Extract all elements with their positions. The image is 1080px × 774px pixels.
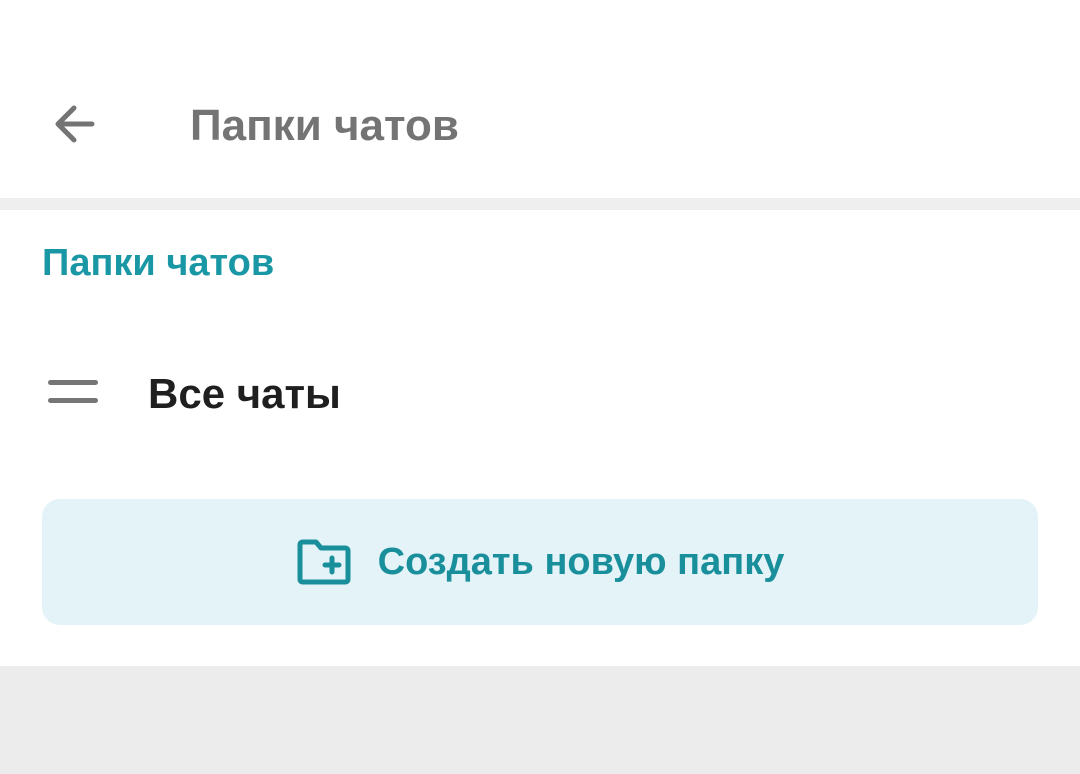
create-folder-label: Создать новую папку — [377, 541, 785, 583]
section-divider — [0, 198, 1080, 210]
chat-folders-section: Папки чатов Все чаты Создать новую папку — [0, 210, 1080, 666]
section-header: Папки чатов — [42, 242, 275, 284]
folder-plus-icon — [296, 539, 352, 585]
drag-handle-icon[interactable] — [48, 380, 98, 404]
page-title: Папки чатов — [190, 101, 459, 150]
app-bar: Папки чатов — [0, 0, 1080, 198]
arrow-left-icon — [55, 105, 95, 143]
folder-item-all-chats[interactable]: Все чаты — [0, 336, 1080, 456]
create-folder-button[interactable]: Создать новую папку — [42, 499, 1038, 625]
folder-item-label: Все чаты — [148, 370, 341, 417]
back-button[interactable] — [34, 84, 114, 164]
